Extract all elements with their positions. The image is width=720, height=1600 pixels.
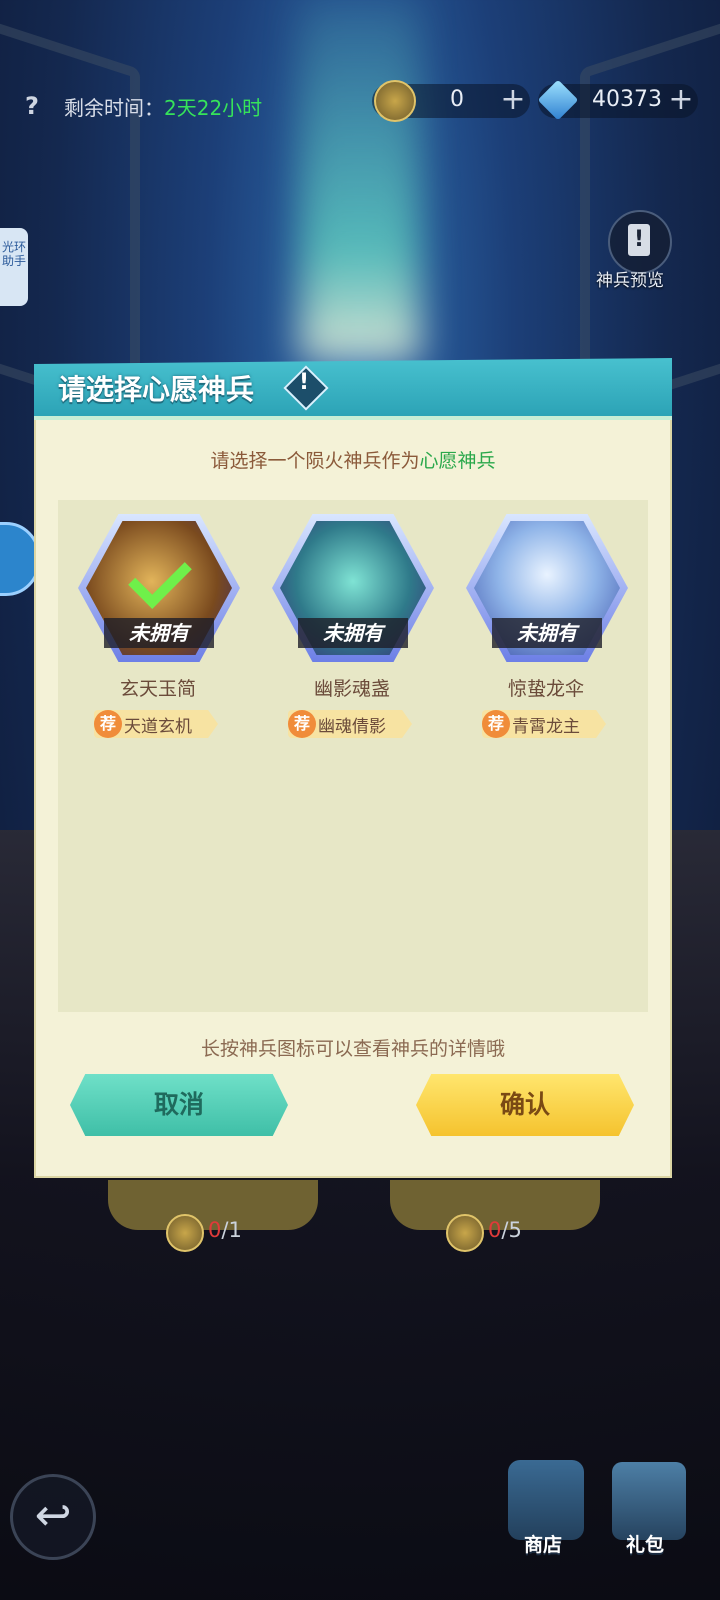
diamond-icon [537,79,579,121]
count-have: 0 [488,1218,502,1242]
recommend-hero: 青霄龙主 [512,717,580,737]
token-amount: 0 [450,87,464,112]
token-icon [446,1214,484,1252]
weapon-name: 幽影魂盏 [313,678,390,700]
recommend-hero: 天道玄机 [124,717,192,737]
shop-label: 商店 [524,1534,563,1556]
dialog-title: 请选择心愿神兵 [58,373,255,406]
count-have: 0 [208,1218,222,1242]
weapon-item-jingzhe[interactable]: 未拥有 惊蛰龙伞 荐 青霄龙主 [456,514,636,754]
token-icon [166,1214,204,1252]
back-button[interactable]: ↩ [10,1474,96,1560]
recommend-icon: 荐 [482,710,510,738]
weapon-name: 玄天玉简 [119,678,196,700]
count-total: /5 [501,1218,522,1242]
draw-count-right: 0/5 [488,1218,522,1242]
help-icon[interactable]: ? [18,92,46,120]
token-icon [374,80,416,122]
gift-button[interactable] [612,1462,686,1540]
count-total: /1 [221,1218,242,1242]
dialog-subtitle-text: 请选择一个陨火神兵作为 [210,450,420,472]
confirm-button[interactable]: 确认 [416,1074,634,1136]
weapon-name: 惊蛰龙伞 [507,678,584,700]
remaining-time-value: 2天22小时 [164,96,263,120]
diamond-amount: 40373 [592,87,662,112]
currency-diamond-bar: 40373 + [537,79,698,121]
weapon-item-youying[interactable]: 未拥有 幽影魂盏 荐 幽魂倩影 [262,514,442,754]
owned-status: 未拥有 [298,618,408,648]
shop-button[interactable] [508,1460,584,1540]
gift-label: 礼包 [626,1534,665,1556]
weapon-item-xuantian[interactable]: 未拥有 玄天玉简 荐 天道玄机 [68,514,248,754]
token-add-button[interactable]: + [498,84,528,118]
currency-token-bar: 0 + [372,80,530,122]
owned-status: 未拥有 [104,618,214,648]
recommend-hero: 幽魂倩影 [318,717,386,737]
info-icon[interactable]: ! [296,370,312,395]
preview-icon: ! [628,224,650,256]
remaining-time: 剩余时间：2天22小时 [64,92,262,121]
wish-weapon-dialog: 请选择心愿神兵 ! 请选择一个陨火神兵作为心愿神兵 未拥有 玄天玉简 荐 天道玄… [34,358,672,1178]
dialog-subtitle: 请选择一个陨火神兵作为心愿神兵 [34,446,672,473]
dialog-subtitle-highlight: 心愿神兵 [419,450,496,472]
diamond-add-button[interactable]: + [666,84,696,118]
recommend-icon: 荐 [94,710,122,738]
side-assistant-tab[interactable]: 光环助手 [0,228,28,306]
draw-count-left: 0/1 [208,1218,242,1242]
recommend-icon: 荐 [288,710,316,738]
remaining-time-label: 剩余时间： [64,96,164,120]
weapon-preview-label: 神兵预览 [596,271,664,291]
background-light-beam [300,0,420,360]
weapon-grid: 未拥有 玄天玉简 荐 天道玄机 未拥有 幽影魂盏 荐 幽魂倩影 未拥有 惊蛰龙伞… [58,500,648,1012]
cancel-button[interactable]: 取消 [70,1074,288,1136]
weapon-preview-button[interactable]: ! [608,210,672,274]
owned-status: 未拥有 [492,618,602,648]
long-press-hint: 长按神兵图标可以查看神兵的详情哦 [200,1038,505,1060]
